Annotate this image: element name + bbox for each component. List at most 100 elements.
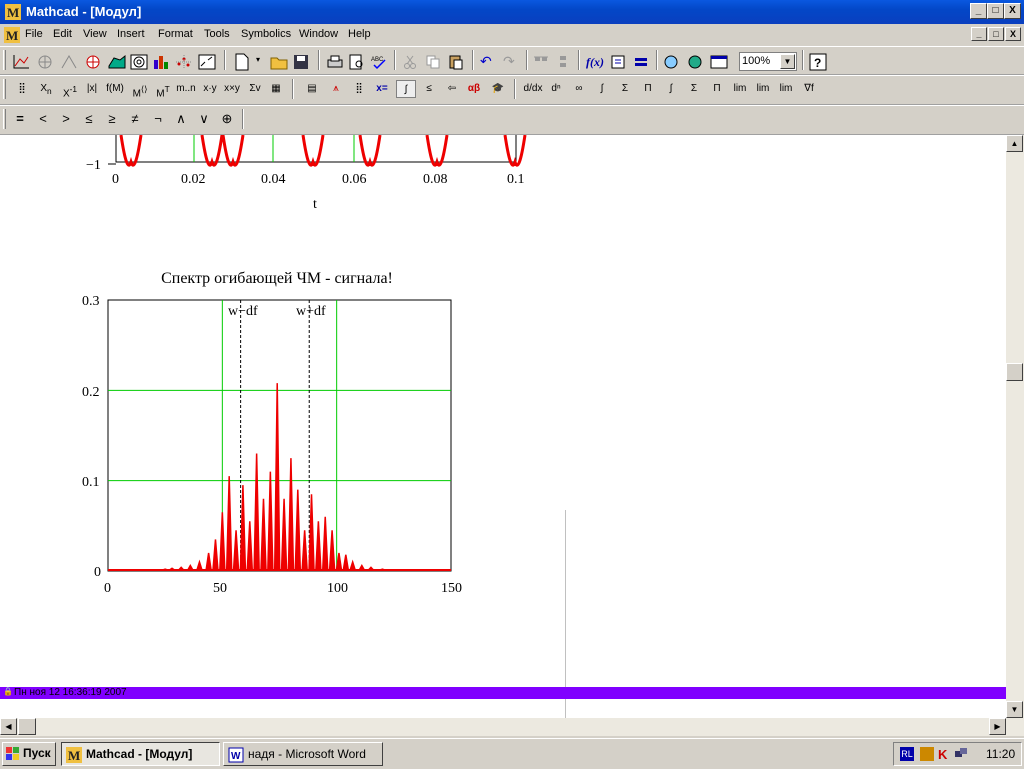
polar-plot-icon[interactable] [84,54,102,70]
product-range-icon[interactable]: Π [638,80,658,98]
calculator-toolbar-icon[interactable]: ▤ [302,80,322,98]
greek-palette-icon[interactable]: αβ [464,80,484,98]
print-icon[interactable] [326,54,344,70]
symbolic-palette-icon[interactable]: 🎓 [488,80,508,98]
contour-plot-icon[interactable] [130,54,148,70]
greater-equal-button[interactable]: ≥ [102,110,122,128]
bool-equal-button[interactable]: = [10,110,30,128]
horizontal-scrollbar[interactable]: ◀ ▶ [0,718,1024,736]
infinity-icon[interactable]: ∞ [569,80,589,98]
spectrum-plot[interactable]: 0.3 0.2 0.1 0 0 50 100 150 w−df w+df [70,293,490,603]
vector-sum-icon[interactable]: Σv [245,80,265,98]
vertical-scroll-thumb[interactable] [1006,363,1023,381]
menu-symbolics[interactable]: Symbolics [241,28,291,40]
not-button[interactable]: ¬ [148,110,168,128]
calculus-toolbar-icon[interactable] [60,54,78,70]
undo-icon[interactable]: ↶ [480,53,492,70]
gradient-icon[interactable]: ∇f [799,80,819,98]
and-button[interactable]: ∧ [171,110,191,128]
sum-icon[interactable]: Σ [684,80,704,98]
xor-button[interactable]: ⊕ [217,110,237,128]
doc-close-button[interactable]: X [1005,27,1021,41]
menu-format[interactable]: Format [158,28,193,40]
redo-icon[interactable]: ↷ [503,53,515,70]
menu-tools[interactable]: Tools [204,28,230,40]
worksheet[interactable]: −1 0 0.02 0.04 0.06 0.08 0.1 t Спектр ог… [0,135,1006,718]
new-document-icon[interactable] [234,53,250,71]
calculus-palette-icon[interactable]: ∫ [396,80,416,98]
graph-toolbar-icon[interactable] [12,54,30,70]
zoom-select[interactable]: 100% ▼ [739,52,797,71]
vector-field-icon[interactable] [198,54,216,70]
title-bar[interactable]: M Mathcad - [Модул] _ □ X [0,0,1024,24]
graph-palette-icon[interactable]: ⩚ [326,80,346,98]
matrix-palette-icon[interactable]: ⣿ [349,80,369,98]
scroll-left-icon[interactable]: ◀ [0,718,17,735]
region-footer-bar[interactable]: 🔒 Пн ноя 12 16:36:19 2007 [0,687,1006,699]
insert-unit-icon[interactable] [610,54,626,70]
inverse-icon[interactable]: X-1 [60,80,80,98]
product-icon[interactable]: Π [707,80,727,98]
menu-help[interactable]: Help [348,28,371,40]
run-mathconnex-icon[interactable] [710,54,728,70]
cut-icon[interactable] [402,54,418,70]
print-preview-icon[interactable] [348,54,366,70]
matrix-toolbar-icon[interactable] [36,54,54,70]
dot-product-icon[interactable]: x·y [200,80,220,98]
menu-edit[interactable]: Edit [53,28,72,40]
scatter-plot-icon[interactable] [175,54,193,70]
integral-icon[interactable]: ∫ [661,80,681,98]
network-icon[interactable] [954,747,968,761]
close-button[interactable]: X [1004,3,1021,19]
language-indicator[interactable]: RL [900,747,914,761]
start-button[interactable]: Пуск [2,742,56,766]
insert-function-button[interactable]: f(x) [586,55,604,70]
chevron-down-icon[interactable]: ▼ [780,54,795,69]
maximize-button[interactable]: □ [987,3,1004,19]
evaluation-palette-icon[interactable]: x= [372,80,392,98]
scroll-down-icon[interactable]: ▼ [1006,701,1023,718]
paste-icon[interactable] [448,54,464,70]
transpose-icon[interactable]: MT [153,80,173,98]
task-word[interactable]: W надя - Microsoft Word [223,742,383,766]
limit-right-icon[interactable]: lim [753,80,773,98]
limit-left-icon[interactable]: lim [776,80,796,98]
menu-file[interactable]: File [25,28,43,40]
align-down-icon[interactable] [555,54,571,70]
abs-icon[interactable]: |x| [82,80,102,98]
limit-icon[interactable]: lim [730,80,750,98]
open-folder-icon[interactable] [270,54,288,70]
vertical-scrollbar[interactable]: ▲ ▼ [1006,135,1024,718]
insert-hyperlink-icon[interactable] [663,54,679,70]
programming-palette-icon[interactable]: ⇦ [442,80,462,98]
align-across-icon[interactable] [533,54,549,70]
sum-range-icon[interactable]: Σ [615,80,635,98]
not-equal-button[interactable]: ≠ [125,110,145,128]
calculate-icon[interactable] [633,54,649,70]
antivirus-icon[interactable]: K [937,747,951,761]
definite-integral-icon[interactable]: ∫ [592,80,612,98]
less-than-button[interactable]: < [33,110,53,128]
component-wizard-icon[interactable] [687,54,703,70]
matrix-icon[interactable]: ⣿ [12,80,32,98]
horizontal-scroll-thumb[interactable] [18,718,36,735]
bar-plot-icon[interactable] [152,54,170,70]
boolean-palette-icon[interactable]: ≤ [419,80,439,98]
scroll-right-icon[interactable]: ▶ [989,718,1006,735]
nth-derivative-icon[interactable]: dⁿ [546,80,566,98]
task-mathcad[interactable]: M Mathcad - [Модул] [61,742,220,766]
less-equal-button[interactable]: ≤ [79,110,99,128]
minimize-button[interactable]: _ [970,3,987,19]
menu-window[interactable]: Window [299,28,338,40]
time-plot[interactable]: −1 0 0.02 0.04 0.06 0.08 0.1 t [0,135,560,225]
copy-icon[interactable] [425,54,441,70]
document-icon[interactable]: M [4,27,20,43]
doc-restore-button[interactable]: □ [988,27,1004,41]
menu-insert[interactable]: Insert [117,28,145,40]
doc-minimize-button[interactable]: _ [971,27,987,41]
help-icon[interactable]: ? [809,53,827,71]
greater-than-button[interactable]: > [56,110,76,128]
save-icon[interactable] [293,54,309,70]
spell-check-icon[interactable]: ABC [370,54,388,70]
surface-plot-icon[interactable] [108,54,126,70]
